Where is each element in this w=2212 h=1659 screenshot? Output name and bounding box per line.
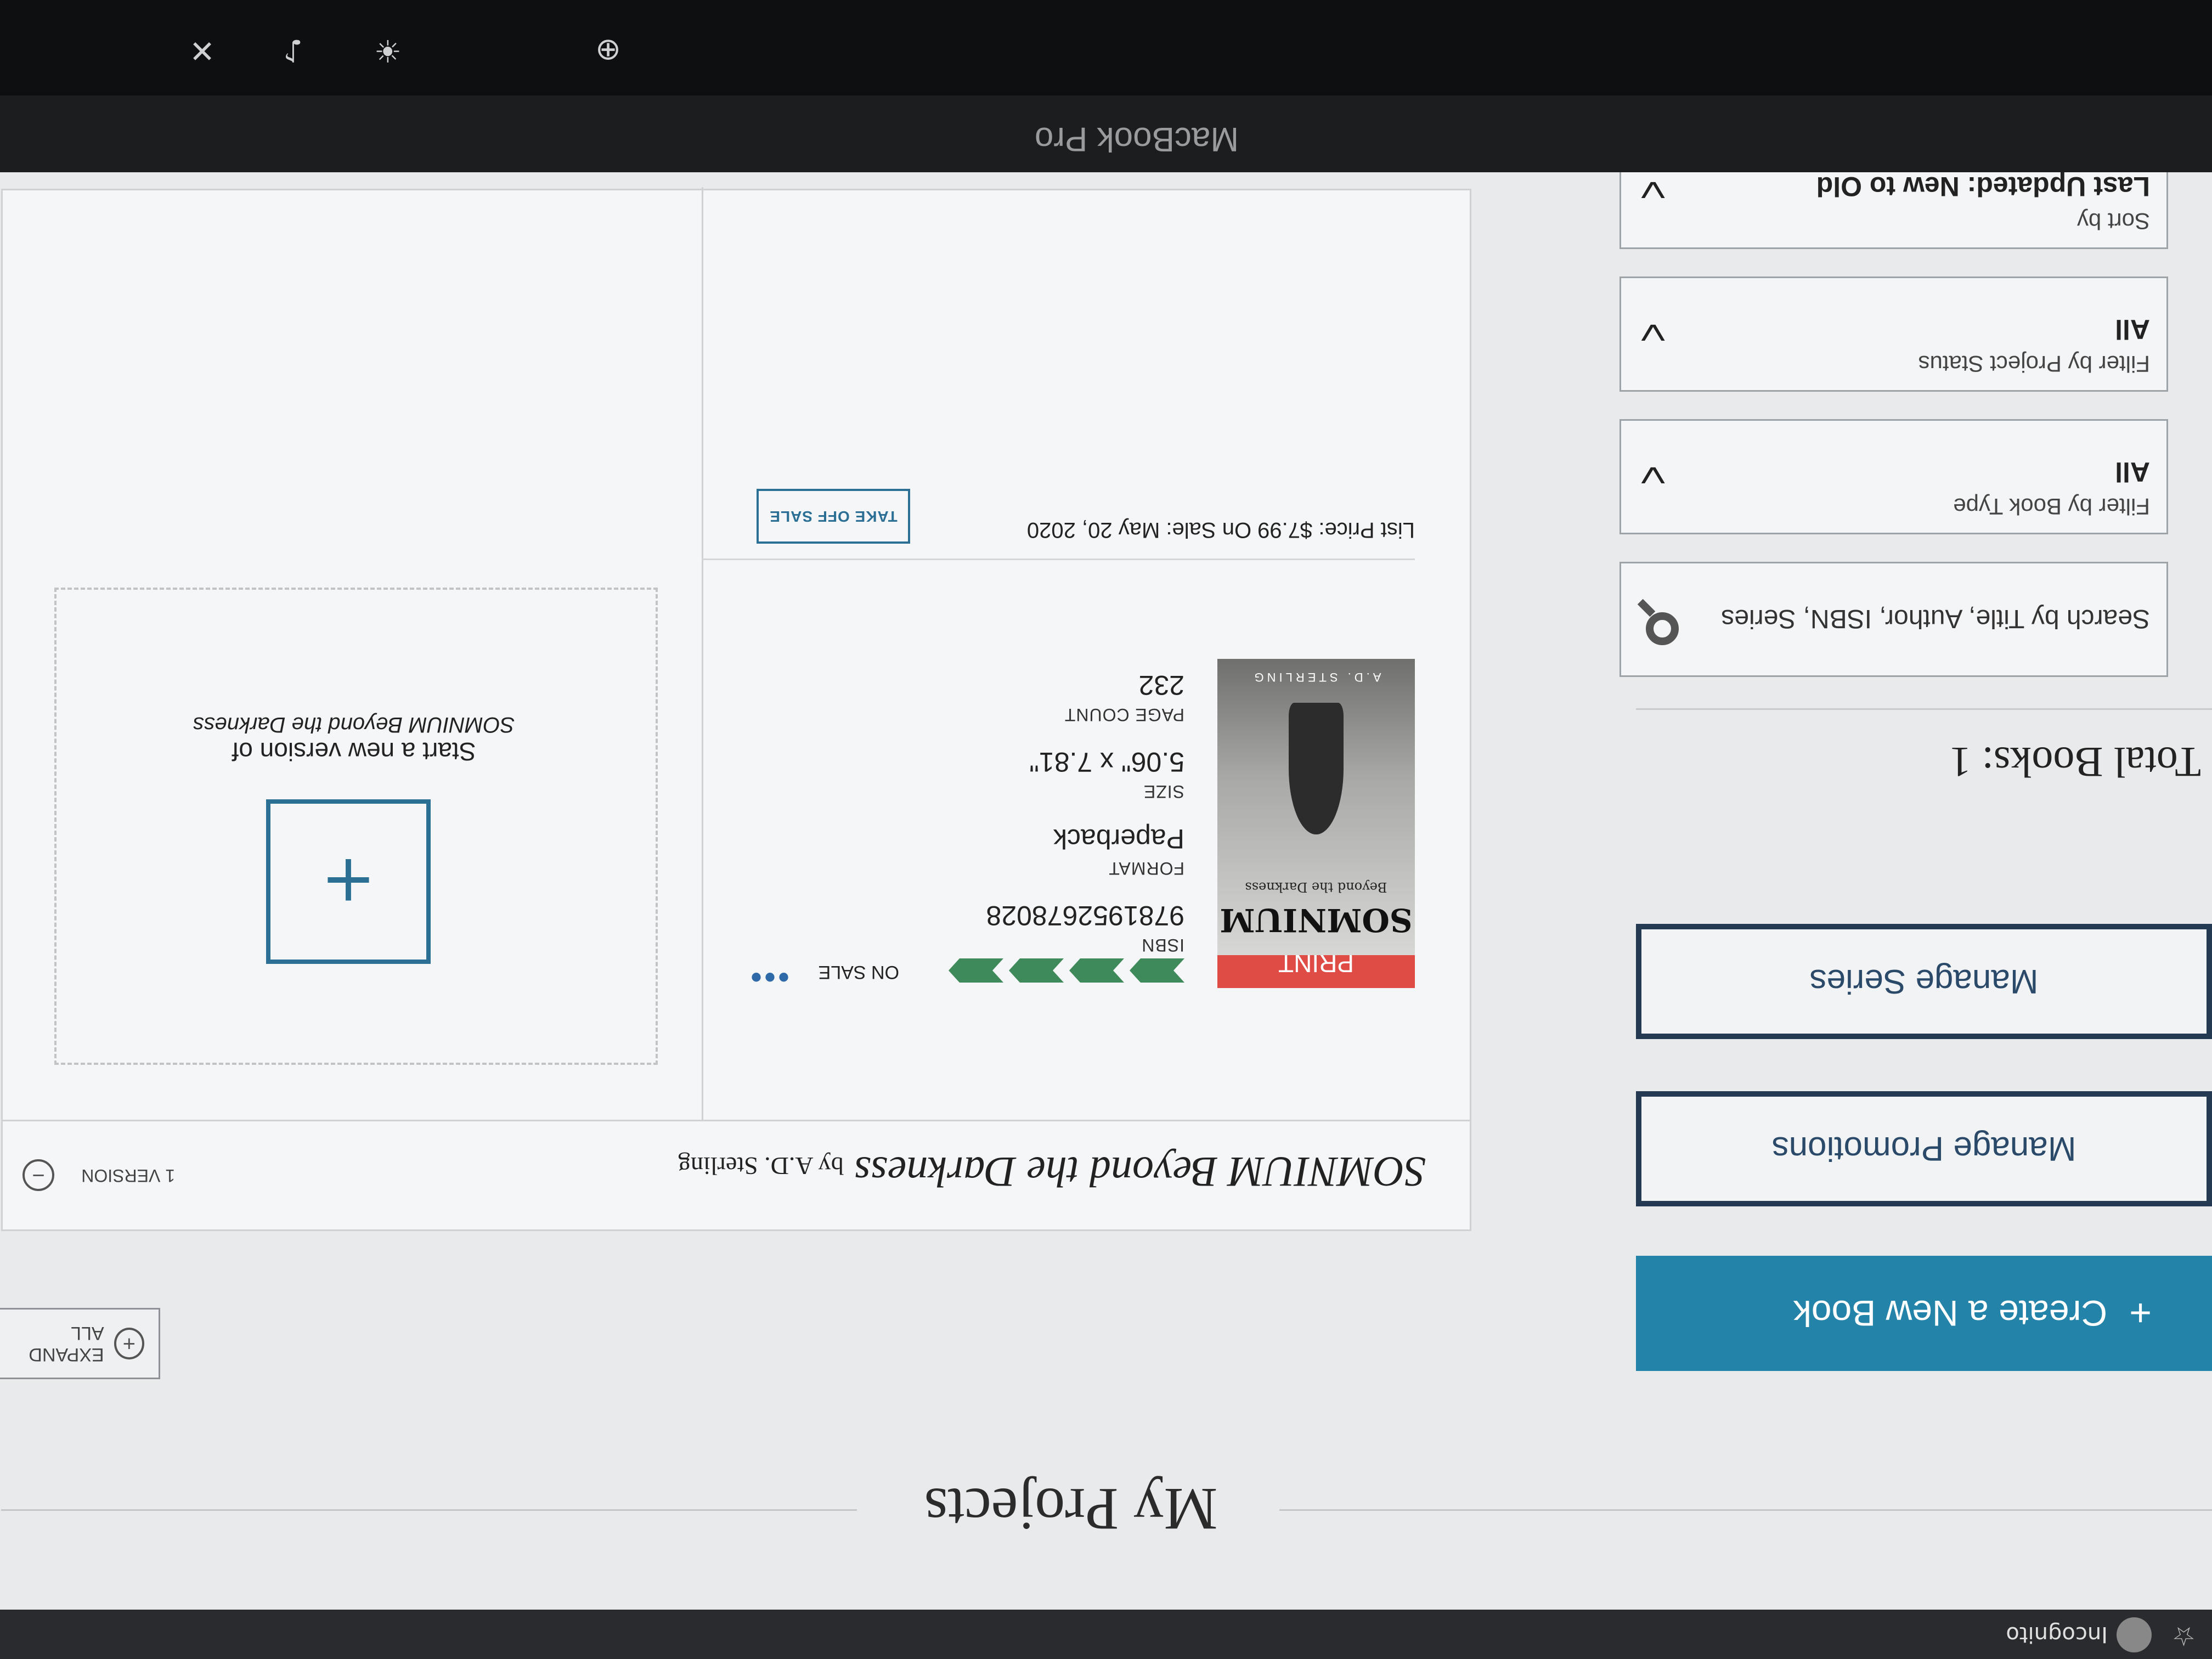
cover-subtitle: Beyond the Darkness — [1245, 879, 1387, 895]
filter-project-status[interactable]: Filter by Project Status All > — [1620, 276, 2168, 392]
manage-series-button[interactable]: Manage Series — [1636, 924, 2212, 1039]
add-icon[interactable]: ⊕ — [595, 32, 621, 68]
status-progress — [949, 958, 1184, 983]
status-label: ON SALE — [818, 962, 899, 983]
sort-label: Sort by — [2076, 208, 2150, 234]
cover-author: A.D. STERLING — [1251, 670, 1381, 684]
create-book-label: Create a New Book — [1793, 1293, 2108, 1334]
sort-value: Last Updated: New to Old — [1816, 171, 2150, 202]
project-card: SOMNIUM Beyond the Darkness by A.D. Ster… — [1, 187, 1471, 1231]
meta-key: ISBN — [1141, 935, 1184, 955]
incognito-label: Incognito — [2006, 1622, 2108, 1647]
meta-key: FORMAT — [1108, 859, 1184, 878]
progress-step — [1130, 958, 1184, 983]
manage-promotions-label: Manage Promotions — [1771, 1130, 2076, 1168]
search-input[interactable]: Search by Title, Author, ISBN, Series — [1620, 562, 2168, 677]
meta-value: Paperback — [1053, 823, 1184, 854]
filter-label: Filter by Book Type — [1953, 494, 2150, 520]
progress-step — [949, 958, 1003, 983]
page-title: My Projects — [924, 1476, 1218, 1543]
new-version-line1: Start a new version of — [232, 737, 476, 766]
search-placeholder: Search by Title, Author, ISBN, Series — [1721, 604, 2150, 633]
meta-key: PAGE COUNT — [1064, 705, 1184, 725]
title-rule-right — [1, 1509, 857, 1511]
book-byline: by A.D. Sterling — [678, 1152, 844, 1180]
meta-size: SIZE 5.06" x 7.81" — [1029, 746, 1184, 802]
take-off-sale-button[interactable]: TAKE OFF SALE — [757, 489, 910, 544]
incognito-icon — [2117, 1617, 2152, 1652]
title-rule-left — [1279, 1509, 2212, 1511]
device-label: MacBook Pro — [1034, 120, 1239, 158]
total-books: Total Books: 1 — [1949, 738, 2201, 786]
price-text: List Price: $7.99 On Sale: May 20, 2020 — [1026, 518, 1415, 542]
search-icon — [1646, 612, 1679, 645]
chevron-down-icon: > — [1627, 465, 1679, 486]
chevron-down-icon: > — [1627, 180, 1679, 200]
brightness-icon[interactable]: ☀ — [374, 32, 402, 68]
meta-key: SIZE — [1143, 782, 1184, 802]
create-book-button[interactable]: + Create a New Book — [1636, 1256, 2212, 1371]
version-count: 1 VERSION — [81, 1166, 175, 1186]
filter-value: All — [2115, 456, 2150, 487]
filter-book-type[interactable]: Filter by Book Type All > — [1620, 419, 2168, 534]
progress-step — [1009, 958, 1064, 983]
touch-bar — [0, 0, 2212, 95]
cover-title: SOMNIUM — [1220, 901, 1413, 939]
meta-value: 232 — [1138, 670, 1184, 701]
collapse-icon[interactable]: − — [22, 1159, 54, 1191]
new-version-panel[interactable]: + Start a new version of SOMNIUM Beyond … — [54, 588, 658, 1065]
book-title: SOMNIUM Beyond the Darkness — [854, 1148, 1426, 1196]
new-version-line2: SOMNIUM Beyond the Darkness — [193, 713, 515, 737]
page-title-row: My Projects — [0, 1476, 2212, 1544]
meta-value: 5.06" x 7.81" — [1029, 747, 1184, 777]
star-icon[interactable]: ☆ — [2172, 1621, 2196, 1651]
plus-circle-icon: + — [114, 1328, 144, 1359]
meta-isbn: ISBN 9781952678028 — [986, 900, 1185, 955]
page: My Projects + Create a New Book Manage P… — [0, 134, 2212, 1610]
version-card: PRINT ON SALE ••• SOMNIUM Beyond the Dar… — [702, 187, 1470, 1120]
expand-all-label: EXPAND ALL — [29, 1323, 104, 1365]
filter-label: Filter by Project Status — [1918, 351, 2150, 377]
progress-step — [1069, 958, 1124, 983]
cover-illustration — [1289, 703, 1344, 834]
meta-page-count: PAGE COUNT 232 — [1064, 669, 1184, 725]
manage-series-label: Manage Series — [1809, 962, 2039, 1001]
mute-icon[interactable]: ✕ — [189, 32, 215, 68]
book-cover: SOMNIUM Beyond the Darkness A.D. STERLIN… — [1217, 659, 1415, 955]
new-version-text: Start a new version of SOMNIUM Beyond th… — [107, 712, 601, 766]
meta-format: FORMAT Paperback — [1053, 823, 1184, 878]
expand-all-button[interactable]: + EXPAND ALL — [0, 1308, 160, 1379]
divider — [1636, 708, 2212, 710]
volume-icon[interactable]: ♪ — [283, 32, 303, 68]
meta-value: 9781952678028 — [986, 900, 1185, 931]
browser-chrome: ☆ Incognito — [0, 1610, 2212, 1659]
photographed-screen: ☆ Incognito My Projects + Create a New B… — [0, 0, 2212, 1659]
add-version-icon[interactable]: + — [266, 799, 431, 964]
filter-value: All — [2115, 314, 2150, 345]
plus-icon: + — [2129, 1292, 2152, 1335]
project-title: SOMNIUM Beyond the Darkness by A.D. Ster… — [678, 1147, 1426, 1197]
manage-promotions-button[interactable]: Manage Promotions — [1636, 1091, 2212, 1206]
project-header[interactable]: SOMNIUM Beyond the Darkness by A.D. Ster… — [3, 1120, 1470, 1229]
more-options-icon[interactable]: ••• — [748, 958, 789, 996]
chevron-down-icon: > — [1627, 323, 1679, 343]
